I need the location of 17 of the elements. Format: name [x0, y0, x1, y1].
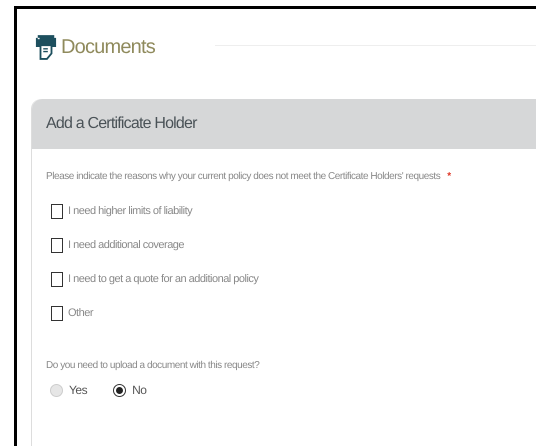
checkbox-label: I need higher limits of liability: [68, 205, 192, 217]
checkbox-label: Other: [68, 307, 94, 319]
required-mark: *: [447, 171, 451, 182]
panel-title: Add a Certificate Holder: [46, 115, 197, 133]
radio-label: Yes: [69, 383, 88, 397]
checkbox[interactable]: [51, 238, 63, 252]
checkbox-label: I need to get a quote for an additional policy: [68, 273, 258, 285]
checkbox-label: I need additional coverage: [68, 239, 184, 251]
radio-label: No: [132, 383, 146, 397]
printer-icon: [35, 33, 57, 61]
question-text: Please indicate the reasons why your current policy does not meet the Certificate Holders' requests: [46, 171, 440, 182]
checkbox[interactable]: [51, 306, 63, 320]
question-text: Do you need to upload a document with this request?: [46, 360, 260, 371]
checkbox[interactable]: [51, 272, 63, 286]
page-title: Documents: [61, 36, 155, 58]
radio-button[interactable]: [113, 384, 126, 396]
checkbox[interactable]: [51, 204, 63, 218]
